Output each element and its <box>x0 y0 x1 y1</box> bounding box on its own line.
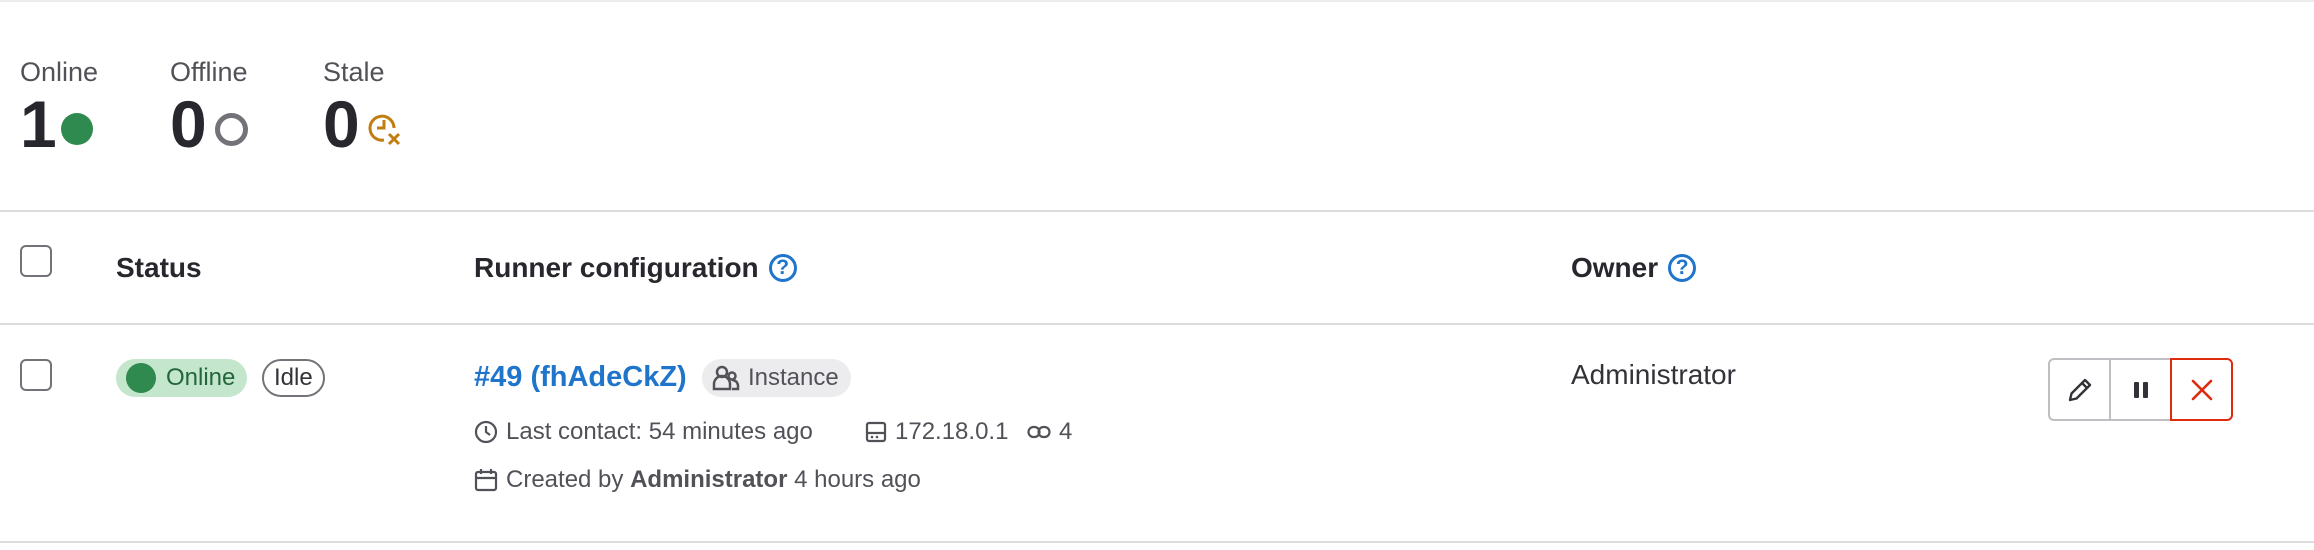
help-icon[interactable]: ? <box>1668 254 1697 282</box>
delete-button[interactable] <box>2170 358 2233 421</box>
pause-icon <box>2133 381 2148 398</box>
offline-ring-icon <box>214 112 248 146</box>
status-header: Status <box>116 213 202 323</box>
runner-name-link[interactable]: #49 (fhAdeCkZ) <box>474 355 687 399</box>
help-icon[interactable]: ? <box>768 254 797 282</box>
online-dot-icon <box>60 113 93 145</box>
ip-address-icon <box>865 421 887 443</box>
row-actions <box>2048 358 2233 421</box>
clock-icon <box>474 420 498 444</box>
stats-divider <box>0 210 2314 212</box>
config-header-label: Runner configuration <box>474 252 759 283</box>
stale-stat-value: 0 <box>323 87 360 161</box>
runner-type-badge: Instance <box>702 359 851 397</box>
pause-button[interactable] <box>2109 358 2172 421</box>
jobs-link-icon <box>1027 425 1051 439</box>
online-stat-value: 1 <box>20 87 57 161</box>
top-divider <box>0 0 2314 2</box>
jobs-count-text: 4 <box>1059 418 1073 445</box>
created-prefix: Created by <box>506 466 624 493</box>
offline-stat-label: Offline <box>170 57 248 87</box>
owner-header: Owner ? <box>1571 213 1697 323</box>
runner-type-label: Instance <box>748 364 839 391</box>
created-info: Created by Administrator 4 hours ago <box>474 464 921 496</box>
owner-name: Administrator <box>1571 359 1736 390</box>
select-all-checkbox[interactable] <box>20 245 52 277</box>
jobs-count[interactable]: 4 <box>1027 416 1072 448</box>
table-header: Status Runner configuration ? Owner ? <box>0 213 2314 323</box>
row-select-checkbox[interactable] <box>20 359 52 391</box>
offline-stat-value: 0 <box>170 87 207 161</box>
config-header: Runner configuration ? <box>474 213 797 323</box>
idle-badge-label: Idle <box>274 364 313 391</box>
status-badge-online: Online <box>116 359 248 397</box>
idle-badge: Idle <box>262 359 325 397</box>
runner-stats: Online 1 Offline 0 Stale 0 <box>20 56 402 160</box>
stale-stat: Stale 0 <box>323 56 402 160</box>
online-stat-label: Online <box>20 57 99 87</box>
last-contact: Last contact: 54 minutes ago <box>474 416 813 448</box>
status-header-label: Status <box>116 252 202 283</box>
ip-address-text: 172.18.0.1 <box>895 418 1009 445</box>
calendar-icon <box>474 469 498 492</box>
ip-address: 172.18.0.1 <box>865 416 1008 448</box>
offline-stat: Offline 0 <box>170 56 323 160</box>
close-icon <box>2191 379 2212 400</box>
status-badge-label: Online <box>166 364 236 391</box>
edit-button[interactable] <box>2048 358 2111 421</box>
table-row: Online Idle #49 (fhAdeCkZ) Instance Last… <box>0 325 2314 540</box>
stale-stat-label: Stale <box>323 57 385 87</box>
online-dot-icon <box>126 363 156 393</box>
pencil-icon <box>2068 378 2091 401</box>
row-divider <box>0 541 2314 543</box>
online-stat: Online 1 <box>20 56 170 160</box>
users-icon <box>712 365 740 391</box>
created-when: 4 hours ago <box>794 466 921 493</box>
stale-clock-icon <box>366 110 402 151</box>
last-contact-text: Last contact: 54 minutes ago <box>506 418 813 445</box>
owner-header-label: Owner <box>1571 252 1659 283</box>
created-by-user[interactable]: Administrator <box>630 464 787 496</box>
